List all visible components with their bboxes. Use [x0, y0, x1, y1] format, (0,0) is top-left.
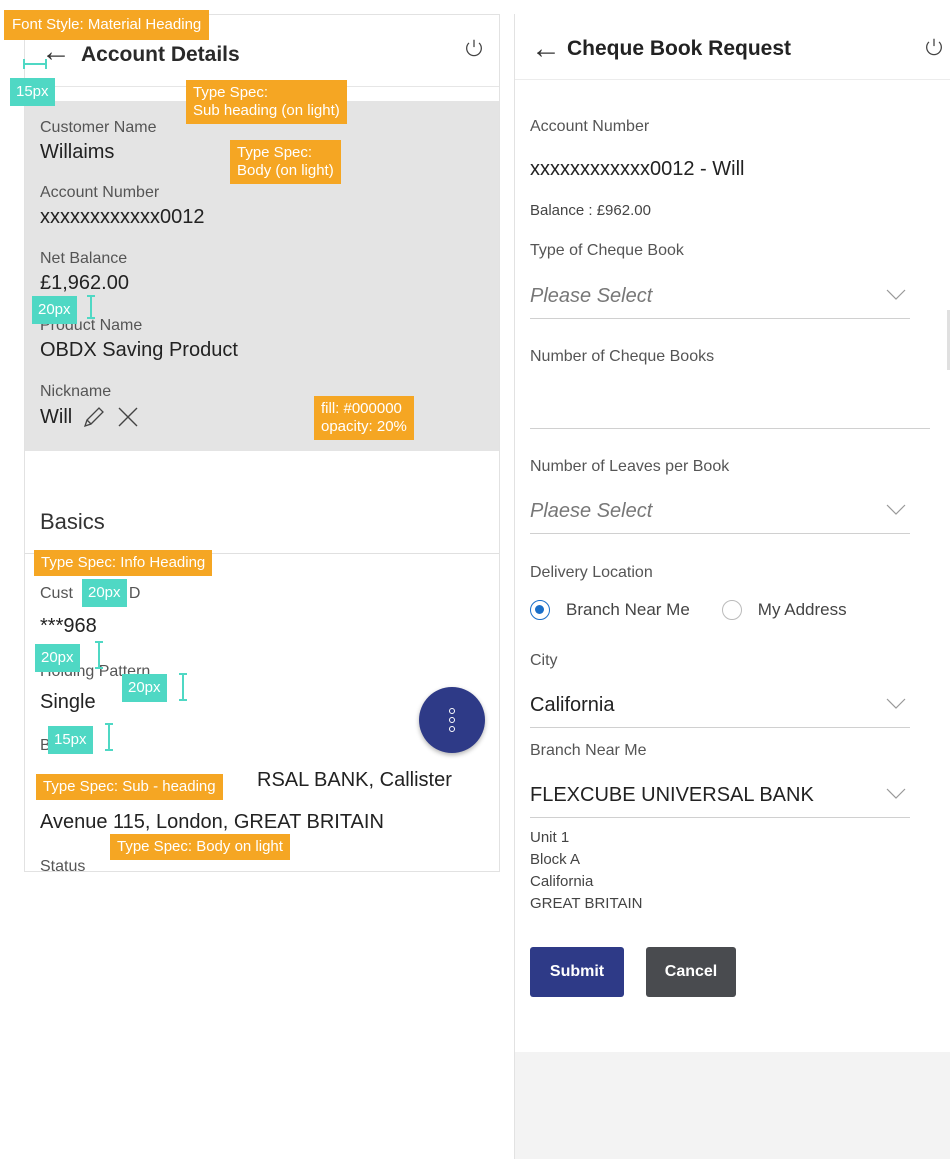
dot-icon [449, 726, 455, 732]
app-header: ← Cheque Book Request [515, 14, 950, 80]
delivery-location-label: Delivery Location [530, 564, 653, 581]
submit-button[interactable]: Submit [530, 947, 624, 997]
field-label: Account Number [40, 184, 160, 201]
field-value: xxxxxxxxxxxx0012 [40, 206, 205, 228]
close-icon[interactable] [116, 405, 140, 429]
annotation-15px: 15px [10, 78, 55, 106]
field-value: £1,962.00 [40, 272, 129, 294]
nickname-value: Will [40, 405, 73, 428]
chevron-down-icon [886, 788, 906, 800]
dot-icon [449, 708, 455, 714]
branch-label: Branch Near Me [530, 742, 647, 759]
annotation-20px: 20px [82, 579, 127, 607]
cancel-button[interactable]: Cancel [646, 947, 736, 997]
annotation-15px: 15px [48, 726, 93, 754]
radio-address-label[interactable]: My Address [758, 600, 847, 620]
balance-text: Balance : £962.00 [530, 202, 651, 219]
field-label: Net Balance [40, 250, 128, 267]
leaves-label: Number of Leaves per Book [530, 458, 730, 475]
annotation-body-on-light: Type Spec: Body on light [110, 834, 290, 860]
branch-address: Unit 1 Block A California GREAT BRITAIN [530, 827, 643, 915]
measure-marker [179, 673, 187, 701]
annotation-sub-heading-2: Type Spec: Sub - heading [36, 774, 223, 800]
holding-pattern-value: Single [40, 691, 96, 713]
city-select[interactable]: California [530, 688, 910, 728]
field-value: OBDX Saving Product [40, 339, 238, 361]
branch-value-line1: RSAL BANK, Callister [257, 769, 452, 791]
dot-icon [449, 717, 455, 723]
annotation-info-heading: Type Spec: Info Heading [34, 550, 213, 576]
measure-marker [95, 641, 103, 669]
nickname-row: Will [40, 405, 140, 429]
chevron-down-icon [886, 504, 906, 516]
page-title: Cheque Book Request [567, 37, 792, 60]
annotation-body: Type Spec: Body (on light) [230, 140, 341, 184]
measure-marker [87, 295, 95, 319]
num-books-label: Number of Cheque Books [530, 348, 715, 365]
customer-id-value: ***968 [40, 615, 97, 637]
page-title: Account Details [81, 43, 240, 66]
pencil-icon[interactable] [82, 405, 106, 429]
leaves-placeholder: Plaese Select [530, 500, 653, 522]
more-options-button[interactable] [419, 687, 485, 753]
radio-branch-label[interactable]: Branch Near Me [566, 600, 690, 620]
field-value: Willaims [40, 141, 115, 163]
branch-value-line2: Avenue 115, London, GREAT BRITAIN [40, 811, 384, 833]
form-panel: ← Cheque Book Request Account Number xxx… [515, 14, 950, 1052]
account-number-label: Account Number [530, 118, 650, 135]
chevron-down-icon [886, 289, 906, 301]
annotation-sub-heading: Type Spec: Sub heading (on light) [186, 80, 347, 124]
cheque-type-placeholder: Please Select [530, 285, 653, 307]
annotation-20px: 20px [32, 296, 77, 324]
city-value: California [530, 694, 615, 716]
address-line: California [530, 873, 594, 890]
back-arrow-icon[interactable]: ← [531, 34, 561, 64]
city-label: City [530, 652, 558, 669]
cheque-type-select[interactable]: Please Select [530, 279, 910, 319]
basics-heading: Basics [40, 509, 105, 534]
cheque-type-label: Type of Cheque Book [530, 242, 684, 259]
annotation-20px: 20px [35, 644, 80, 672]
power-icon[interactable] [463, 37, 485, 59]
branch-value: FLEXCUBE UNIVERSAL BANK [530, 784, 814, 806]
field-label: Customer Name [40, 119, 157, 136]
address-line: Block A [530, 851, 581, 868]
measure-marker [23, 59, 47, 69]
num-books-input[interactable] [530, 428, 930, 429]
address-line: Unit 1 [530, 829, 570, 846]
leaves-select[interactable]: Plaese Select [530, 494, 910, 534]
annotation-font-style: Font Style: Material Heading [4, 10, 210, 40]
measure-marker [105, 723, 113, 751]
annotation-20px: 20px [122, 674, 167, 702]
radio-branch-near-me[interactable] [530, 600, 550, 620]
account-number-value: xxxxxxxxxxxx0012 - Will [530, 158, 745, 180]
nickname-label: Nickname [40, 383, 112, 400]
cheque-book-request-screen: ← Cheque Book Request Account Number xxx… [514, 14, 950, 1159]
radio-my-address[interactable] [721, 600, 742, 620]
annotation-fill: fill: #000000 opacity: 20% [314, 396, 414, 440]
chevron-down-icon [886, 698, 906, 710]
branch-select[interactable]: FLEXCUBE UNIVERSAL BANK [530, 778, 910, 818]
address-line: GREAT BRITAIN [530, 895, 643, 912]
delivery-location-radios: Branch Near Me My Address [530, 600, 879, 620]
power-icon[interactable] [923, 36, 945, 58]
status-label: Status [40, 858, 86, 872]
